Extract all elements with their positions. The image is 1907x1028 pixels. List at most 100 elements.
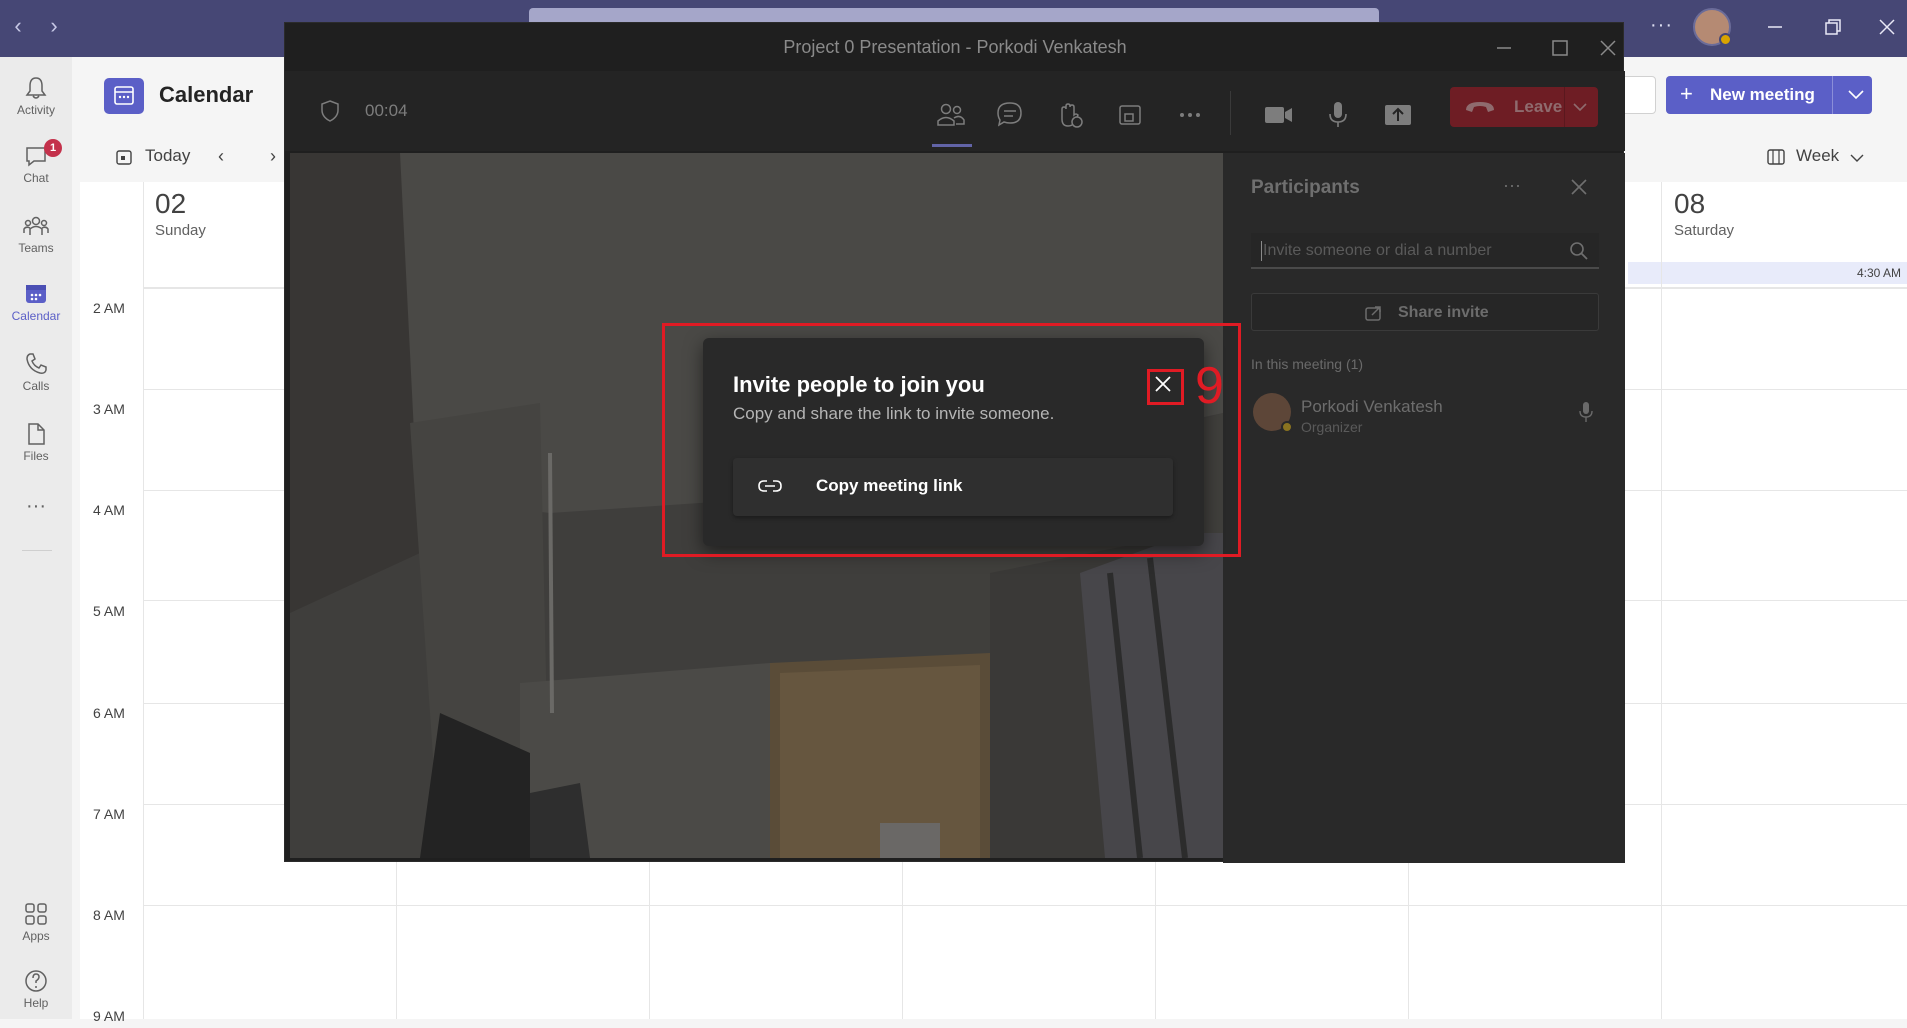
more-icon bbox=[1180, 113, 1200, 117]
file-icon bbox=[28, 423, 45, 445]
more-actions-button[interactable] bbox=[1170, 95, 1210, 135]
participant-role: Organizer bbox=[1301, 419, 1363, 435]
rail-label: Calendar bbox=[11, 309, 61, 323]
day-header-sunday[interactable]: 02 Sunday bbox=[155, 188, 206, 239]
rail-chat[interactable]: Chat 1 bbox=[0, 137, 72, 203]
close-icon[interactable] bbox=[1569, 177, 1589, 197]
camera-button[interactable] bbox=[1258, 95, 1298, 135]
restore-icon[interactable] bbox=[1817, 12, 1847, 42]
participant-name[interactable]: Porkodi Venkatesh bbox=[1301, 397, 1443, 417]
share-invite-button[interactable]: Share invite bbox=[1251, 293, 1599, 331]
hour-label: 5 AM bbox=[93, 603, 125, 619]
share-icon bbox=[1385, 105, 1411, 125]
week-view-icon bbox=[1767, 149, 1785, 165]
view-selector[interactable]: Week bbox=[1796, 146, 1839, 166]
rail-more-apps[interactable]: ··· bbox=[0, 495, 72, 561]
previous-week-icon[interactable]: ‹ bbox=[218, 146, 224, 167]
invite-search-input[interactable]: Invite someone or dial a number bbox=[1251, 233, 1599, 269]
microphone-button[interactable] bbox=[1318, 95, 1358, 135]
rail-label: Chat bbox=[23, 171, 49, 185]
people-icon bbox=[937, 103, 965, 126]
search-placeholder: Invite someone or dial a number bbox=[1263, 242, 1492, 259]
text-cursor bbox=[1261, 241, 1262, 261]
hour-label: 6 AM bbox=[93, 705, 125, 721]
search-icon bbox=[1570, 242, 1588, 260]
rail-label: Apps bbox=[22, 929, 50, 943]
calendar-today-icon bbox=[116, 150, 132, 165]
rail-label: Help bbox=[23, 996, 49, 1010]
raise-hand-icon bbox=[1061, 103, 1083, 128]
divider bbox=[1832, 76, 1833, 114]
panel-title: Participants bbox=[1251, 177, 1360, 198]
rail-calls[interactable]: Calls bbox=[0, 345, 72, 411]
back-arrow-icon[interactable]: ‹ bbox=[6, 14, 30, 38]
rail-apps[interactable]: Apps bbox=[0, 895, 72, 961]
rail-teams[interactable]: Teams bbox=[0, 207, 72, 273]
people-button[interactable] bbox=[930, 95, 972, 147]
room-view-button[interactable] bbox=[1110, 95, 1150, 135]
chat-icon bbox=[997, 102, 1022, 127]
app-rail: Activity Chat 1 Teams Calendar Calls Fil… bbox=[0, 57, 72, 1019]
hour-label: 8 AM bbox=[93, 907, 125, 923]
share-screen-button[interactable] bbox=[1378, 95, 1418, 135]
meeting-window-title: Project 0 Presentation - Porkodi Venkate… bbox=[783, 37, 1127, 57]
minimize-icon[interactable] bbox=[1491, 35, 1517, 61]
rail-files[interactable]: Files bbox=[0, 415, 72, 481]
notification-badge: 1 bbox=[44, 139, 62, 157]
rail-divider bbox=[22, 550, 52, 551]
close-window-icon[interactable] bbox=[1595, 35, 1621, 61]
new-meeting-button[interactable]: + New meeting bbox=[1666, 76, 1872, 114]
more-icon: ··· bbox=[26, 495, 46, 517]
calendar-icon bbox=[26, 285, 46, 303]
teams-icon bbox=[23, 216, 49, 235]
chevron-down-icon[interactable] bbox=[1849, 150, 1865, 166]
participant-avatar bbox=[1253, 393, 1293, 433]
profile-avatar[interactable] bbox=[1693, 8, 1732, 46]
next-week-icon[interactable]: › bbox=[270, 146, 276, 167]
rail-label: Files bbox=[23, 449, 49, 463]
day-name: Sunday bbox=[155, 222, 206, 239]
leave-button[interactable]: Leave bbox=[1450, 87, 1598, 127]
meeting-chat-button[interactable] bbox=[990, 95, 1030, 135]
day-name: Saturday bbox=[1674, 222, 1735, 239]
rail-label: Calls bbox=[22, 379, 50, 393]
shield-icon bbox=[321, 100, 339, 122]
page-title: Calendar bbox=[159, 82, 254, 107]
button-label: Leave bbox=[1514, 97, 1563, 116]
chevron-down-icon[interactable] bbox=[1844, 82, 1868, 106]
close-window-icon[interactable] bbox=[1872, 12, 1902, 42]
minimize-icon[interactable] bbox=[1760, 12, 1790, 42]
today-button[interactable]: Today bbox=[145, 146, 190, 166]
button-label: New meeting bbox=[1710, 85, 1815, 104]
rail-activity[interactable]: Activity bbox=[0, 69, 72, 135]
rail-help[interactable]: Help bbox=[0, 962, 72, 1028]
more-options-icon[interactable]: ··· bbox=[1503, 175, 1521, 196]
rail-calendar[interactable]: Calendar bbox=[0, 275, 72, 341]
room-view-icon bbox=[1119, 105, 1141, 125]
forward-arrow-icon[interactable]: › bbox=[42, 14, 66, 38]
participants-panel: Participants ··· Invite someone or dial … bbox=[1223, 153, 1625, 863]
highlight-close-box bbox=[1147, 369, 1184, 405]
hour-label: 4 AM bbox=[93, 502, 125, 518]
status-indicator bbox=[1281, 421, 1293, 433]
plus-icon: + bbox=[1680, 81, 1693, 106]
toolbar-divider bbox=[1230, 91, 1231, 135]
phone-icon bbox=[26, 353, 47, 374]
mic-icon bbox=[1329, 102, 1347, 127]
event-time: 4:30 AM bbox=[1856, 266, 1901, 280]
day-header-saturday[interactable]: 08 Saturday bbox=[1674, 188, 1734, 239]
bell-icon bbox=[25, 77, 47, 99]
divider bbox=[1564, 87, 1565, 127]
share-icon bbox=[1365, 306, 1381, 321]
day-number: 08 bbox=[1674, 188, 1706, 219]
hour-label: 7 AM bbox=[93, 806, 125, 822]
hour-label: 2 AM bbox=[93, 300, 125, 316]
maximize-icon[interactable] bbox=[1547, 35, 1573, 61]
chevron-down-icon[interactable] bbox=[1570, 97, 1590, 117]
reactions-button[interactable] bbox=[1050, 95, 1090, 135]
calendar-event[interactable]: 4:30 AM bbox=[1628, 262, 1907, 284]
more-options-icon[interactable]: ··· bbox=[1650, 14, 1673, 37]
status-indicator bbox=[1719, 33, 1732, 46]
rail-label: Activity bbox=[16, 103, 55, 117]
hour-label: 9 AM bbox=[93, 1008, 125, 1024]
